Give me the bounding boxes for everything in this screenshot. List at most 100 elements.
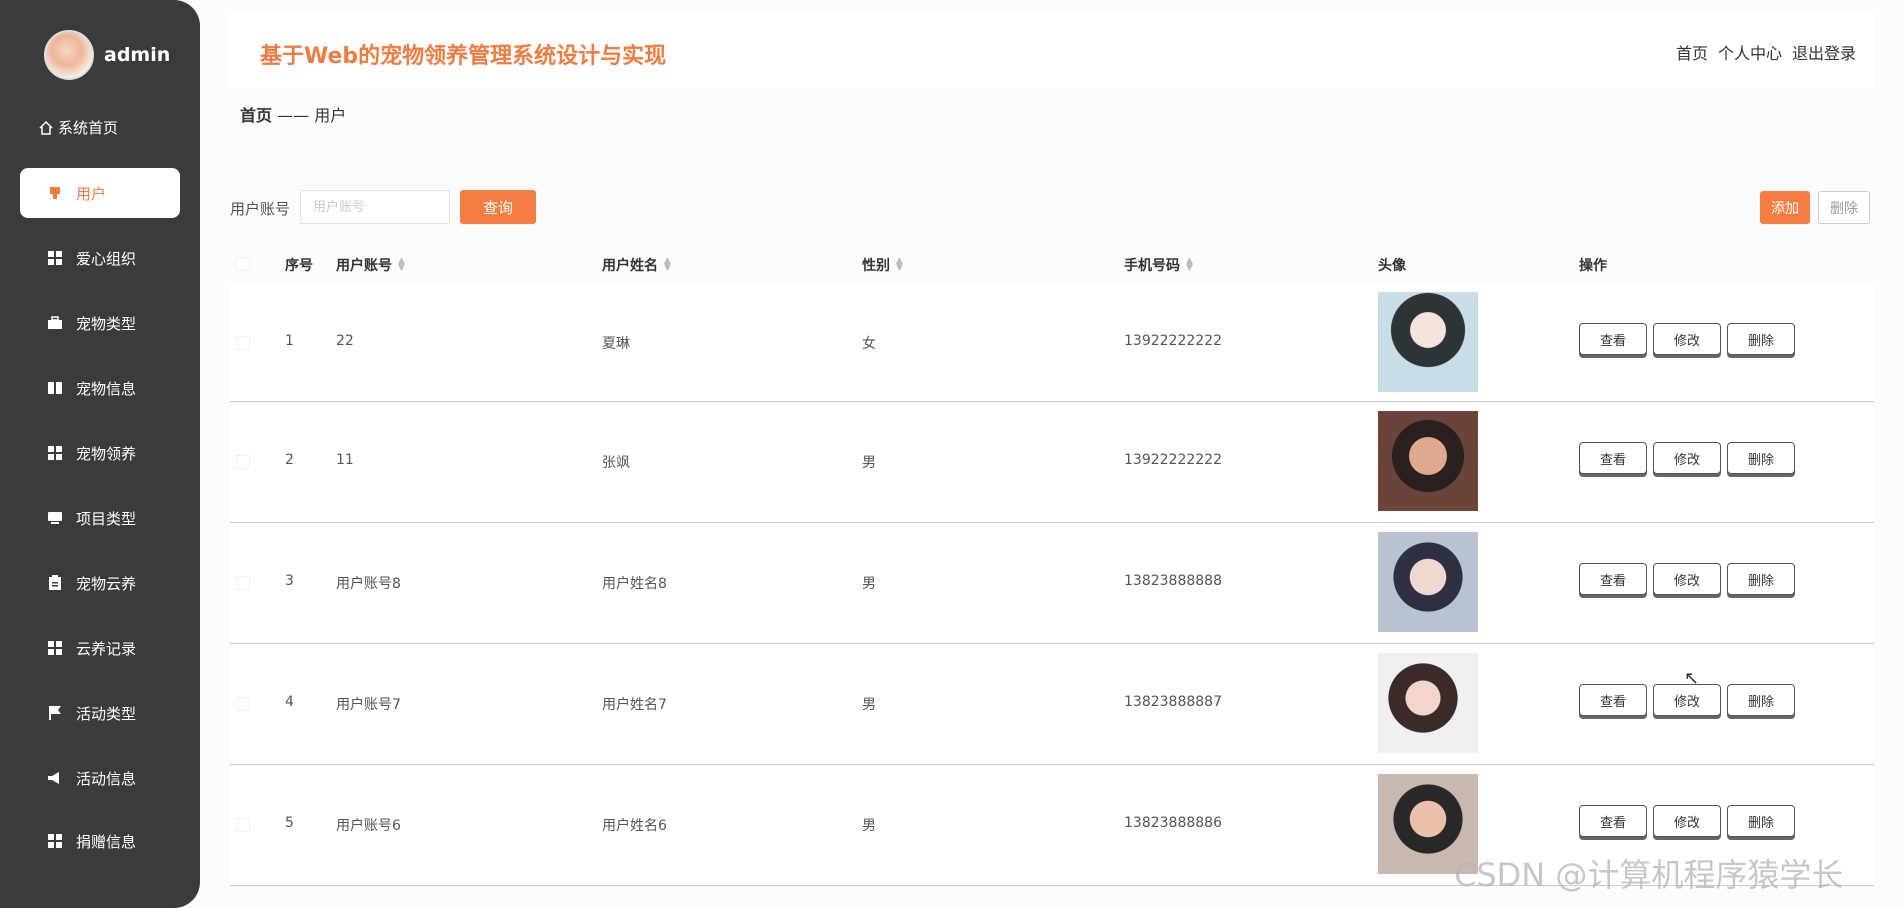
- cell-gender: 女: [862, 336, 876, 352]
- cell-phone: 13823888888: [1124, 573, 1222, 589]
- app-title: 基于Web的宠物领养管理系统设计与实现: [260, 44, 667, 69]
- row-checkbox[interactable]: [236, 697, 250, 711]
- link-logout[interactable]: 退出登录: [1792, 40, 1856, 64]
- cell-account: 用户账号8: [336, 576, 401, 592]
- sort-icon[interactable]: ▲ ▼: [664, 257, 671, 273]
- sidebar-item-9[interactable]: 活动信息: [20, 753, 180, 803]
- table-row: 4 用户账号7 用户姓名7 男 13823888887 查看 修改 删除: [230, 644, 1874, 765]
- grid-icon: [46, 834, 64, 848]
- row-checkbox[interactable]: [236, 818, 250, 832]
- row-checkbox[interactable]: [236, 455, 250, 469]
- sidebar-item-label: 宠物云养: [76, 574, 137, 593]
- home-icon: [39, 120, 53, 135]
- user-photo: [1378, 292, 1478, 392]
- sort-icon[interactable]: ▲ ▼: [896, 257, 903, 273]
- cell-gender: 男: [862, 455, 876, 471]
- sidebar-home-label: 系统首页: [58, 119, 119, 137]
- sidebar-item-7[interactable]: 云养记录: [20, 623, 180, 673]
- delete-button[interactable]: 删除: [1727, 805, 1795, 837]
- cell-name: 张飒: [602, 455, 630, 471]
- grid-icon: [46, 251, 64, 265]
- sidebar: admin 系统首页 用户爱心组织宠物类型宠物信息宠物领养项目类型宠物云养云养记…: [0, 0, 200, 908]
- table-row: 2 11 张飒 男 13922222222 查看 修改 删除: [230, 402, 1874, 523]
- cell-account: 用户账号6: [336, 818, 401, 834]
- grid-icon: [46, 641, 64, 655]
- user-profile: admin: [44, 30, 170, 80]
- row-actions: 查看 修改 删除: [1579, 442, 1795, 474]
- sidebar-item-8[interactable]: 活动类型: [20, 688, 180, 738]
- clipboard-icon: [46, 575, 64, 591]
- query-button[interactable]: 查询: [460, 190, 536, 224]
- top-header: 基于Web的宠物领养管理系统设计与实现 首页 个人中心 退出登录: [228, 12, 1874, 88]
- header-col-avatar: 头像: [1378, 255, 1406, 275]
- sort-icon[interactable]: ▲ ▼: [398, 257, 405, 273]
- view-button[interactable]: 查看: [1579, 805, 1647, 837]
- table-row: 3 用户账号8 用户姓名8 男 13823888888 查看 修改 删除: [230, 523, 1874, 644]
- select-all-checkbox[interactable]: [236, 257, 250, 271]
- user-photo: [1378, 411, 1478, 511]
- row-checkbox[interactable]: [236, 336, 250, 350]
- sidebar-item-label: 项目类型: [76, 509, 137, 528]
- row-checkbox[interactable]: [236, 576, 250, 590]
- sidebar-item-label: 活动类型: [76, 704, 137, 723]
- search-input[interactable]: [300, 190, 450, 224]
- header-col-phone[interactable]: 手机号码 ▲ ▼: [1124, 255, 1193, 275]
- edit-button[interactable]: 修改: [1653, 442, 1721, 474]
- header-label: 序号: [285, 258, 313, 274]
- link-profile[interactable]: 个人中心: [1718, 40, 1782, 64]
- cell-index: 3: [285, 573, 294, 589]
- edit-button[interactable]: 修改: [1653, 323, 1721, 355]
- sort-icon[interactable]: ▲ ▼: [1186, 257, 1193, 273]
- table-row: 1 22 夏琳 女 13922222222 查看 修改 删除: [230, 283, 1874, 402]
- sidebar-item-5[interactable]: 项目类型: [20, 493, 180, 543]
- sidebar-item-1[interactable]: 爱心组织: [20, 233, 180, 283]
- header-col-index: 序号: [285, 255, 313, 275]
- view-button[interactable]: 查看: [1579, 323, 1647, 355]
- search-label: 用户账号: [230, 200, 291, 218]
- cell-name: 用户姓名7: [602, 697, 667, 713]
- sidebar-item-2[interactable]: 宠物类型: [20, 298, 180, 348]
- cell-index: 5: [285, 815, 294, 831]
- cell-index: 1: [285, 333, 294, 349]
- header-label: 头像: [1378, 258, 1406, 274]
- breadcrumb-home[interactable]: 首页: [240, 106, 272, 125]
- sidebar-item-3[interactable]: 宠物信息: [20, 363, 180, 413]
- delete-button[interactable]: 删除: [1727, 323, 1795, 355]
- top-links: 首页 个人中心 退出登录: [1676, 40, 1856, 64]
- view-button[interactable]: 查看: [1579, 442, 1647, 474]
- sidebar-item-label: 活动信息: [76, 769, 137, 788]
- link-home[interactable]: 首页: [1676, 40, 1708, 64]
- sidebar-item-10[interactable]: 捐赠信息: [20, 816, 180, 866]
- delete-button[interactable]: 删除: [1727, 563, 1795, 595]
- row-actions: 查看 修改 删除: [1579, 805, 1795, 837]
- sidebar-item-6[interactable]: 宠物云养: [20, 558, 180, 608]
- monitor-icon: [46, 511, 64, 525]
- flag-icon: [46, 705, 64, 721]
- bulk-delete-button[interactable]: 删除: [1818, 191, 1870, 224]
- sidebar-item-home[interactable]: 系统首页: [38, 117, 118, 138]
- mouse-cursor-icon: ↖: [1684, 668, 1700, 689]
- add-button[interactable]: 添加: [1760, 191, 1810, 224]
- header-label: 用户账号: [336, 258, 392, 274]
- sidebar-item-0[interactable]: 用户: [20, 168, 180, 218]
- edit-button[interactable]: 修改: [1653, 805, 1721, 837]
- user-icon: [46, 186, 64, 200]
- edit-button[interactable]: 修改: [1653, 563, 1721, 595]
- header-col-account[interactable]: 用户账号 ▲ ▼: [336, 255, 405, 275]
- breadcrumb: 首页 —— 用户: [240, 102, 346, 126]
- user-photo: [1378, 653, 1478, 753]
- sidebar-item-4[interactable]: 宠物领养: [20, 428, 180, 478]
- watermark: CSDN @计算机程序猿学长: [1454, 856, 1844, 894]
- view-button[interactable]: 查看: [1579, 563, 1647, 595]
- cell-phone: 13922222222: [1124, 452, 1222, 468]
- avatar: [44, 30, 94, 80]
- header-col-name[interactable]: 用户姓名 ▲ ▼: [602, 255, 671, 275]
- view-button[interactable]: 查看: [1579, 684, 1647, 716]
- header-col-gender[interactable]: 性别 ▲ ▼: [862, 255, 903, 275]
- cell-phone: 13823888887: [1124, 694, 1222, 710]
- header-label: 手机号码: [1124, 258, 1180, 274]
- cell-account: 11: [336, 452, 354, 468]
- delete-button[interactable]: 删除: [1727, 684, 1795, 716]
- delete-button[interactable]: 删除: [1727, 442, 1795, 474]
- grid-icon: [46, 446, 64, 460]
